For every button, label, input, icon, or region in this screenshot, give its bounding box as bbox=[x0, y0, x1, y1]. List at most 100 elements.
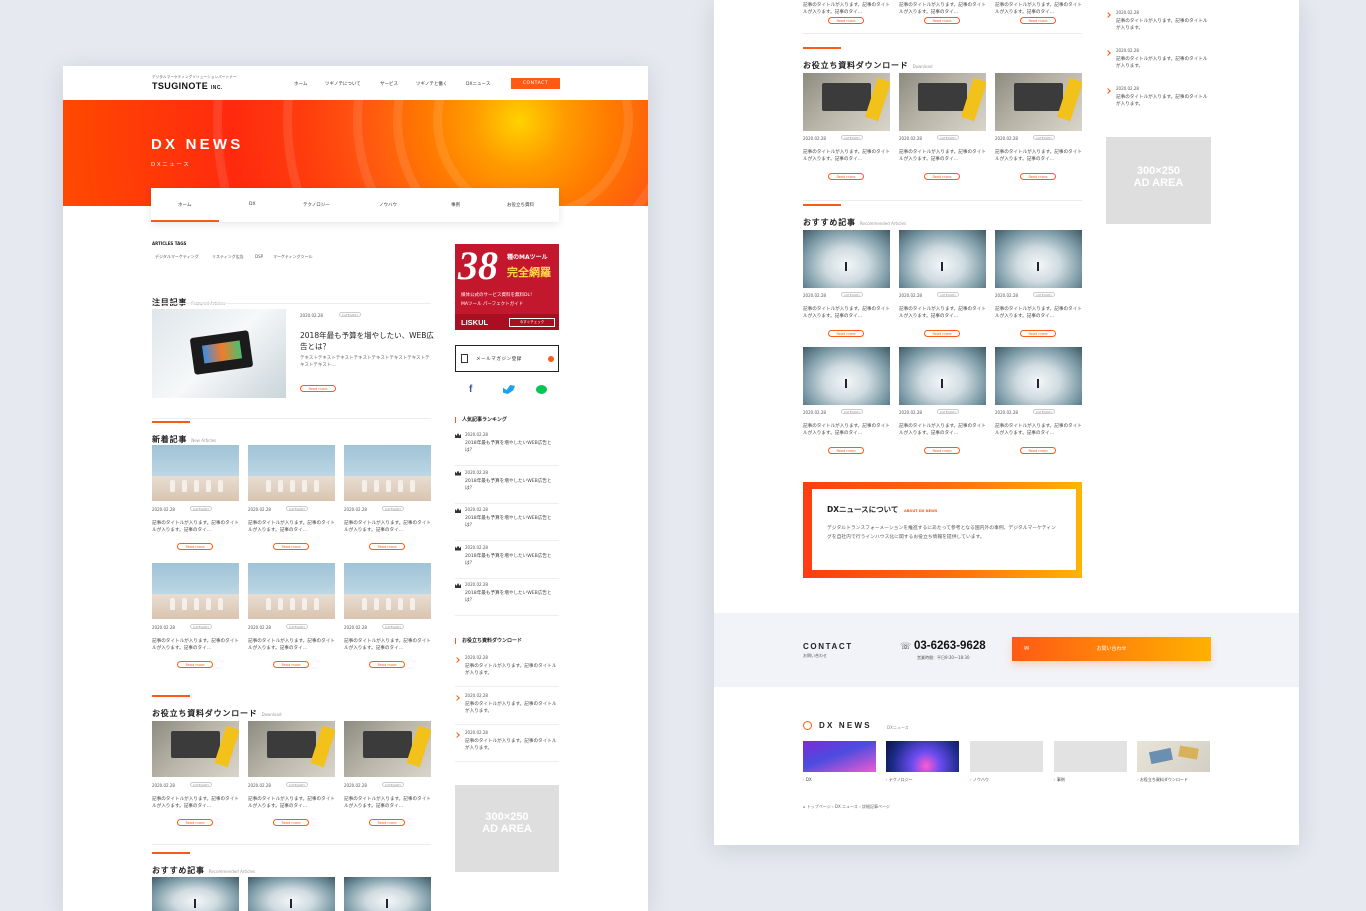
download-3-title[interactable]: 記事のタイトルが入ります。記事のタイトルが入ります。記事のタイ… bbox=[344, 796, 431, 810]
new-article-2-thumb[interactable] bbox=[248, 445, 335, 501]
right-recommended-1-thumb[interactable] bbox=[803, 230, 890, 288]
tab-dx[interactable]: DX bbox=[249, 202, 256, 207]
tab-technology[interactable]: テクノロジー bbox=[303, 202, 330, 208]
right-download-3-category[interactable]: CATEGORY bbox=[1033, 135, 1055, 140]
right-recommended-5-thumb[interactable] bbox=[899, 347, 986, 405]
right-sidebar-item[interactable]: 2020.02.28 記事のタイトルが入ります。記事のタイトルが入ります。 bbox=[1105, 8, 1211, 42]
new-article-3-category[interactable]: CATEGORY bbox=[382, 506, 404, 511]
right-recommended-1-read-more[interactable]: Read more bbox=[828, 330, 864, 337]
new-article-6-thumb[interactable] bbox=[344, 563, 431, 619]
nav-dx-news[interactable]: DXニュース bbox=[466, 81, 490, 87]
top-card-title[interactable]: 記事のタイトルが入ります。記事のタイトルが入ります。記事のタイ… bbox=[803, 2, 890, 16]
right-recommended-6-thumb[interactable] bbox=[995, 347, 1082, 405]
tag-listing-ads[interactable]: リスティング広告 bbox=[212, 254, 244, 260]
recommended-thumb-1[interactable] bbox=[152, 877, 239, 911]
new-article-3-title[interactable]: 記事のタイトルが入ります。記事のタイトルが入ります。記事のタイ… bbox=[344, 520, 431, 534]
download-1-category[interactable]: CATEGORY bbox=[190, 782, 212, 787]
right-recommended-1-category[interactable]: CATEGORY bbox=[841, 292, 863, 297]
right-recommended-3-thumb[interactable] bbox=[995, 230, 1082, 288]
nav-home[interactable]: ホーム bbox=[294, 81, 307, 87]
nav-careers[interactable]: ツギノテと働く bbox=[416, 81, 447, 87]
right-recommended-2-read-more[interactable]: Read more bbox=[924, 330, 960, 337]
ranking-item[interactable]: 2020.02.28 2018年最も予算を増やしたいWEB広告とは？ bbox=[455, 507, 559, 541]
right-sidebar-item[interactable]: 2020.02.28 記事のタイトルが入ります。記事のタイトルが入ります。 bbox=[1105, 84, 1211, 118]
footer-category-link-2[interactable]: › テクノロジー bbox=[886, 777, 913, 783]
new-article-4-title[interactable]: 記事のタイトルが入ります。記事のタイトルが入ります。記事のタイ… bbox=[152, 638, 239, 652]
footer-category-thumb-3[interactable] bbox=[970, 741, 1043, 772]
right-download-1-thumb[interactable] bbox=[803, 73, 890, 131]
tab-home[interactable]: ホーム bbox=[178, 202, 191, 208]
site-logo[interactable]: TSUGINOTE INC. bbox=[152, 81, 223, 91]
download-1-read-more[interactable]: Read more bbox=[177, 819, 213, 826]
new-article-6-category[interactable]: CATEGORY bbox=[382, 624, 404, 629]
top-card-read-more[interactable]: Read more bbox=[924, 17, 960, 24]
footer-category-thumb-2[interactable] bbox=[886, 741, 959, 772]
footer-category-link-1[interactable]: › DX bbox=[803, 777, 812, 782]
download-1-thumb[interactable] bbox=[152, 721, 239, 777]
tag-ma-tools[interactable]: マーケティングツール bbox=[273, 254, 313, 260]
right-download-2-title[interactable]: 記事のタイトルが入ります。記事のタイトルが入ります。記事のタイ… bbox=[899, 149, 986, 163]
featured-title[interactable]: 2018年最も予算を増やしたい、WEB広告とは？ bbox=[300, 330, 434, 353]
line-icon[interactable] bbox=[536, 385, 547, 394]
new-article-1-read-more[interactable]: Read more bbox=[177, 543, 213, 550]
new-article-2-read-more[interactable]: Read more bbox=[273, 543, 309, 550]
new-article-3-thumb[interactable] bbox=[344, 445, 431, 501]
ranking-item[interactable]: 2020.02.28 2018年最も予算を増やしたいWEB広告とは？ bbox=[455, 470, 559, 504]
tag-dsp[interactable]: DSP bbox=[255, 254, 263, 259]
contact-phone[interactable]: 03-6263-9628 bbox=[914, 640, 986, 652]
new-article-3-read-more[interactable]: Read more bbox=[369, 543, 405, 550]
right-download-2-thumb[interactable] bbox=[899, 73, 986, 131]
footer-category-thumb-4[interactable] bbox=[1054, 741, 1127, 772]
new-article-4-category[interactable]: CATEGORY bbox=[190, 624, 212, 629]
new-article-5-thumb[interactable] bbox=[248, 563, 335, 619]
recommended-thumb-3[interactable] bbox=[344, 877, 431, 911]
footer-category-thumb-1[interactable] bbox=[803, 741, 876, 772]
download-3-category[interactable]: CATEGORY bbox=[382, 782, 404, 787]
top-card-read-more[interactable]: Read more bbox=[828, 17, 864, 24]
right-recommended-4-category[interactable]: CATEGORY bbox=[841, 409, 863, 414]
tab-knowhow[interactable]: ノウハウ bbox=[379, 202, 397, 208]
footer-category-thumb-5[interactable] bbox=[1137, 741, 1210, 772]
new-article-1-category[interactable]: CATEGORY bbox=[190, 506, 212, 511]
sidebar-download-item[interactable]: 2020.02.28 記事のタイトルが入ります。記事のタイトルが入ります。 bbox=[454, 691, 559, 725]
nav-service[interactable]: サービス bbox=[380, 81, 398, 87]
right-download-2-category[interactable]: CATEGORY bbox=[937, 135, 959, 140]
ma-tools-banner[interactable]: 38 種のMAツール 完全網羅 媒体公式のサービス資料を無料DL！ MAツール … bbox=[455, 244, 559, 330]
right-recommended-2-category[interactable]: CATEGORY bbox=[937, 292, 959, 297]
tab-case-study[interactable]: 事例 bbox=[451, 202, 460, 208]
inquiry-button[interactable]: ✉ お問い合わせ bbox=[1012, 637, 1211, 661]
download-2-category[interactable]: CATEGORY bbox=[286, 782, 308, 787]
new-article-5-category[interactable]: CATEGORY bbox=[286, 624, 308, 629]
ranking-item[interactable]: 2020.02.28 2018年最も予算を増やしたいWEB広告とは？ bbox=[455, 582, 559, 616]
contact-button[interactable]: CONTACT bbox=[511, 78, 560, 89]
right-recommended-5-read-more[interactable]: Read more bbox=[924, 447, 960, 454]
right-recommended-5-title[interactable]: 記事のタイトルが入ります。記事のタイトルが入ります。記事のタイ… bbox=[899, 423, 986, 437]
download-2-read-more[interactable]: Read more bbox=[273, 819, 309, 826]
new-article-1-title[interactable]: 記事のタイトルが入ります。記事のタイトルが入ります。記事のタイ… bbox=[152, 520, 239, 534]
breadcrumb-home[interactable]: トップページ bbox=[807, 804, 831, 809]
ranking-item[interactable]: 2020.02.28 2018年最も予算を増やしたいWEB広告とは？ bbox=[455, 545, 559, 579]
right-recommended-5-category[interactable]: CATEGORY bbox=[937, 409, 959, 414]
download-3-read-more[interactable]: Read more bbox=[369, 819, 405, 826]
featured-category[interactable]: CATEGORY bbox=[339, 312, 361, 317]
right-recommended-2-thumb[interactable] bbox=[899, 230, 986, 288]
footer-category-link-4[interactable]: › 事例 bbox=[1054, 777, 1065, 783]
top-card-read-more[interactable]: Read more bbox=[1020, 17, 1056, 24]
right-download-1-read-more[interactable]: Read more bbox=[828, 173, 864, 180]
download-2-title[interactable]: 記事のタイトルが入ります。記事のタイトルが入ります。記事のタイ… bbox=[248, 796, 335, 810]
right-recommended-3-title[interactable]: 記事のタイトルが入ります。記事のタイトルが入ります。記事のタイ… bbox=[995, 306, 1082, 320]
footer-category-link-3[interactable]: › ノウハウ bbox=[970, 777, 989, 783]
sidebar-download-item[interactable]: 2020.02.28 記事のタイトルが入ります。記事のタイトルが入ります。 bbox=[454, 728, 559, 762]
right-download-1-title[interactable]: 記事のタイトルが入ります。記事のタイトルが入ります。記事のタイ… bbox=[803, 149, 890, 163]
new-article-6-read-more[interactable]: Read more bbox=[369, 661, 405, 668]
ad-area-left[interactable]: 300×250 AD AREA bbox=[455, 785, 559, 872]
new-article-4-read-more[interactable]: Read more bbox=[177, 661, 213, 668]
new-article-6-title[interactable]: 記事のタイトルが入ります。記事のタイトルが入ります。記事のタイ… bbox=[344, 638, 431, 652]
right-download-3-read-more[interactable]: Read more bbox=[1020, 173, 1056, 180]
featured-read-more[interactable]: Read more bbox=[300, 385, 336, 392]
new-article-2-category[interactable]: CATEGORY bbox=[286, 506, 308, 511]
ranking-item[interactable]: 2020.02.28 2018年最も予算を増やしたいWEB広告とは？ bbox=[455, 432, 559, 466]
right-recommended-3-read-more[interactable]: Read more bbox=[1020, 330, 1056, 337]
tab-download[interactable]: お役立ち資料 bbox=[507, 202, 534, 208]
right-recommended-4-title[interactable]: 記事のタイトルが入ります。記事のタイトルが入ります。記事のタイ… bbox=[803, 423, 890, 437]
